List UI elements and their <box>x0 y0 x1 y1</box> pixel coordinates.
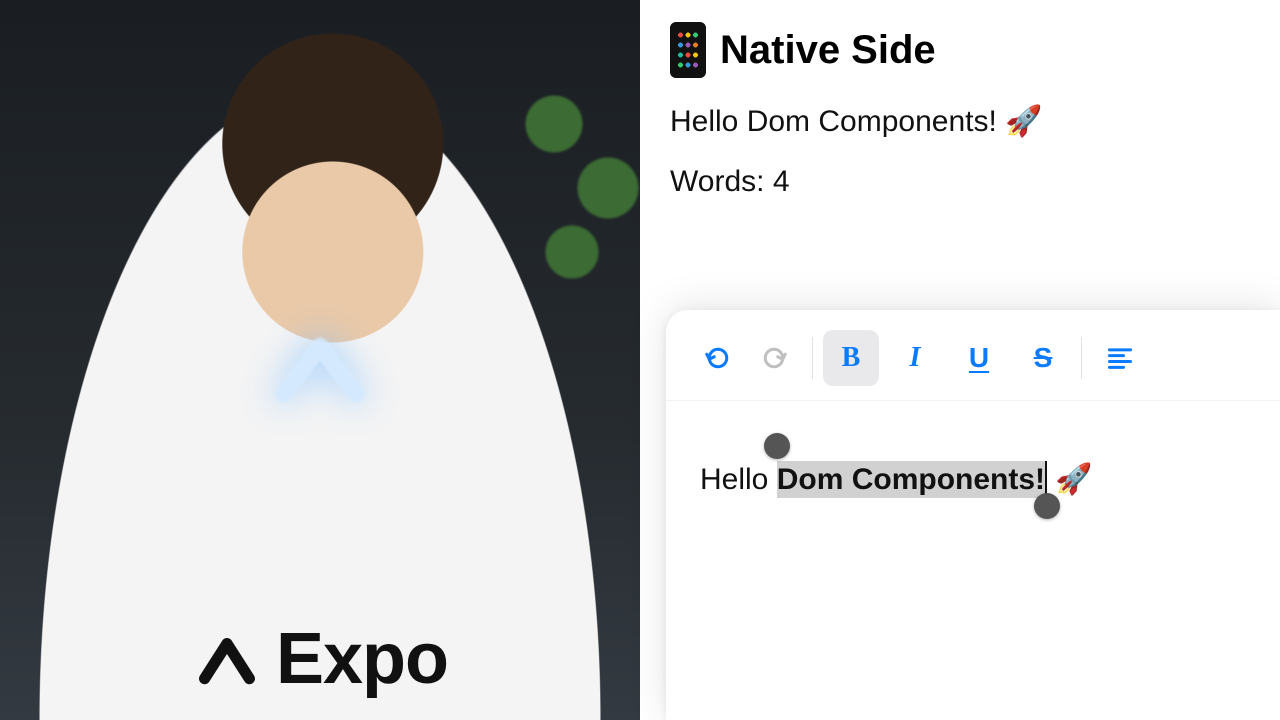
shirt-brand-text: Expo <box>276 618 448 700</box>
bold-icon: B <box>842 342 861 374</box>
undo-icon <box>703 343 733 373</box>
toolbar-separator <box>812 337 813 379</box>
greeting-text: Hello Dom Components! 🚀 <box>670 104 1250 139</box>
word-count-value: 4 <box>773 165 790 198</box>
word-count-label: Words: <box>670 165 764 198</box>
editor-text-prefix: Hello <box>700 463 777 496</box>
presenter-webcam: Expo <box>0 0 640 720</box>
redo-icon <box>759 343 789 373</box>
strikethrough-button[interactable]: S <box>1015 330 1071 386</box>
native-title-row: Native Side <box>670 22 1250 78</box>
bold-button[interactable]: B <box>823 330 879 386</box>
expo-chevron-icon <box>260 310 380 430</box>
rocket-emoji: 🚀 <box>1055 463 1092 496</box>
expo-logo-icon <box>192 624 262 694</box>
editor-content[interactable]: Hello Dom Components! 🚀 <box>666 401 1280 497</box>
text-caret <box>1045 461 1047 495</box>
italic-button[interactable]: I <box>887 330 943 386</box>
app-panel: Native Side Hello Dom Components! 🚀 Word… <box>640 0 1280 720</box>
background-plant <box>500 60 640 380</box>
app-stage: Expo Native Side Hello Dom Components! 🚀… <box>0 0 1280 720</box>
toolbar-separator <box>1081 337 1082 379</box>
rich-text-editor: B I U S <box>666 310 1280 720</box>
selection-handle-start[interactable] <box>764 433 790 459</box>
underline-button[interactable]: U <box>951 330 1007 386</box>
editor-toolbar: B I U S <box>666 320 1280 401</box>
underline-icon: U <box>969 342 989 374</box>
word-count-row: Words: 4 <box>670 165 1250 199</box>
shirt-logo: Expo <box>192 618 448 700</box>
redo-button[interactable] <box>746 330 802 386</box>
strikethrough-icon: S <box>1034 342 1053 374</box>
align-left-icon <box>1106 344 1134 372</box>
phone-icon <box>670 22 706 78</box>
italic-icon: I <box>910 342 921 374</box>
selection-handle-end[interactable] <box>1034 493 1060 519</box>
align-button[interactable] <box>1092 330 1148 386</box>
undo-button[interactable] <box>690 330 746 386</box>
page-title: Native Side <box>720 28 936 73</box>
editor-text-selection: Dom Components! <box>777 461 1045 498</box>
